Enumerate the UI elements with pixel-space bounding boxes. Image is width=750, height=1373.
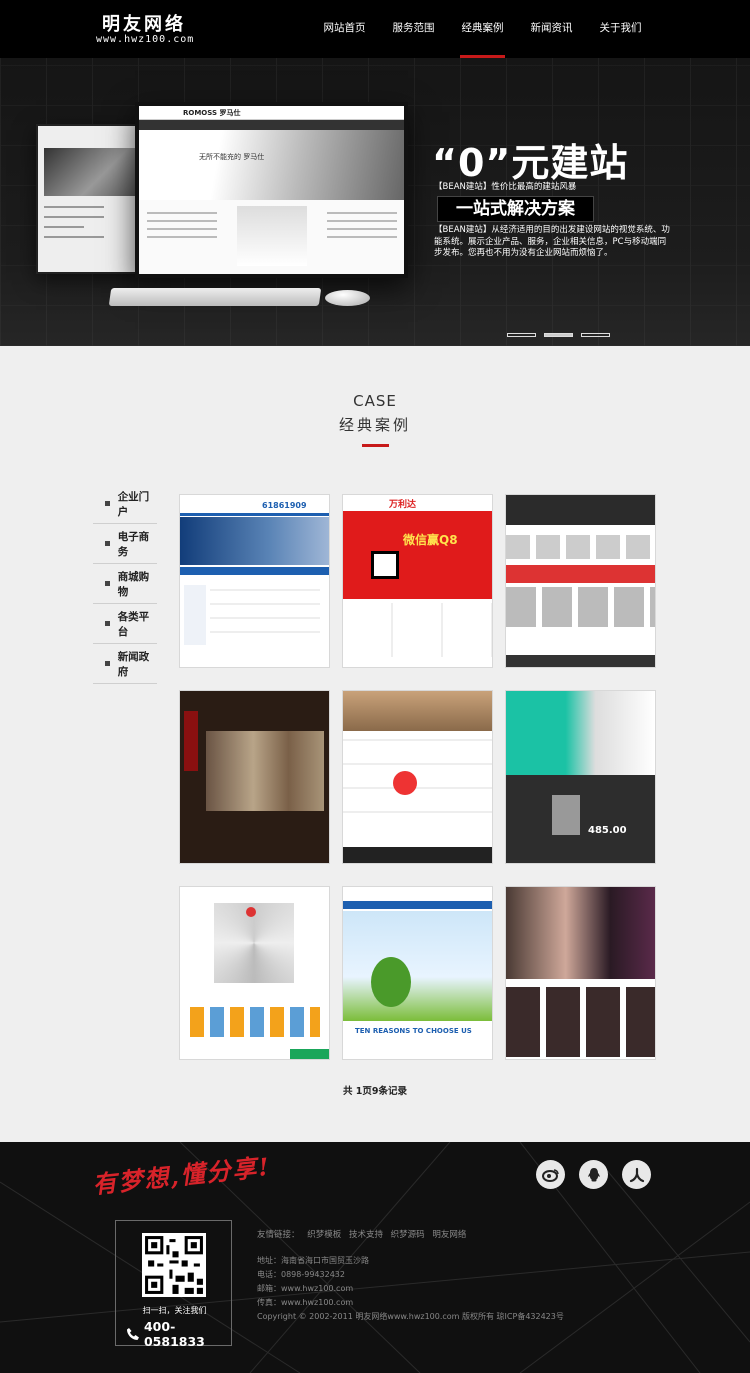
category-label: 新闻政府: [117, 650, 150, 678]
site-header: 明友网络 www.hwz100.com 网站首页 服务范围 经典案例 新闻资讯 …: [0, 0, 750, 58]
section-title-en: CASE: [353, 392, 397, 410]
category-platform[interactable]: 各类平台: [93, 604, 157, 644]
mockup-hero-text: 无所不能充的 罗马仕: [199, 153, 265, 161]
bullet-icon: [105, 581, 110, 586]
slider-dots: [507, 333, 610, 337]
case-tile-5[interactable]: [342, 690, 493, 864]
logo-text: 明友网络: [102, 14, 186, 35]
link-mingyou[interactable]: 明友网络: [432, 1230, 466, 1240]
mouse-image: [325, 290, 370, 306]
qq-icon[interactable]: [579, 1160, 608, 1189]
banner-tagline: 【BEAN建站】性价比最高的建站风暴: [434, 182, 577, 192]
hotline: 400-0581833: [126, 1319, 236, 1349]
link-dede-template[interactable]: 织梦模板: [307, 1230, 341, 1240]
qr-code: [142, 1233, 206, 1297]
case-tile-6[interactable]: 485.00: [505, 690, 656, 864]
site-footer: 有梦想,懂分享! 扫一扫，关注我们 400-0581833 友情链接： 织梦模板…: [0, 1142, 750, 1373]
category-enterprise[interactable]: 企业门户: [93, 484, 157, 524]
case-grid: 61861909 万利达 微信赢Q8 485.00 TEN REASONS TO…: [179, 494, 657, 1060]
case-tile-3[interactable]: [505, 494, 656, 668]
case-tile-price: 485.00: [588, 825, 627, 836]
section-divider: [362, 444, 389, 447]
contact-info: 地址：海南省海口市国贸玉沙路 电话：0898-99432432 邮箱：www.h…: [257, 1254, 564, 1324]
link-tech-support[interactable]: 技术支持: [349, 1230, 383, 1240]
logo[interactable]: 明友网络 www.hwz100.com: [92, 8, 242, 48]
category-label: 电子商务: [117, 530, 150, 558]
case-tile-8[interactable]: TEN REASONS TO CHOOSE US: [342, 886, 493, 1060]
main-nav: 网站首页 服务范围 经典案例 新闻资讯 关于我们: [310, 0, 655, 58]
category-ecommerce[interactable]: 电子商务: [93, 524, 157, 564]
case-tile-1[interactable]: 61861909: [179, 494, 330, 668]
slider-dot-2[interactable]: [544, 333, 573, 337]
monitor-mockup: ROMOSS 罗马仕 无所不能充的 罗马仕: [135, 102, 408, 278]
nav-cases[interactable]: 经典案例: [448, 0, 517, 58]
address: 地址：海南省海口市国贸玉沙路: [257, 1256, 369, 1265]
nav-home[interactable]: 网站首页: [310, 0, 379, 58]
mockup-brand: ROMOSS 罗马仕: [183, 109, 241, 117]
copyright: Copyright © 2002-2011 明友网络www.hwz100.com…: [257, 1312, 564, 1321]
renren-icon[interactable]: [622, 1160, 651, 1189]
category-news-gov[interactable]: 新闻政府: [93, 644, 157, 684]
slider-dot-1[interactable]: [507, 333, 536, 337]
banner-solution-box: 一站式解决方案: [437, 196, 594, 222]
banner-headline: “0”元建站: [432, 141, 629, 185]
bullet-icon: [105, 661, 110, 666]
email: 邮箱：www.hwz100.com: [257, 1284, 354, 1293]
bullet-icon: [105, 621, 110, 626]
banner-description: 【BEAN建站】从经济适用的目的出发建设网站的视觉系统、功能系统。展示企业产品、…: [434, 225, 670, 258]
case-tile-7[interactable]: [179, 886, 330, 1060]
category-menu: 企业门户 电子商务 商城购物 各类平台 新闻政府: [93, 484, 157, 684]
nav-news[interactable]: 新闻资讯: [517, 0, 586, 58]
qr-caption: 扫一扫，关注我们: [142, 1306, 207, 1315]
bullet-icon: [105, 541, 110, 546]
nav-about[interactable]: 关于我们: [586, 0, 655, 58]
case-tile-4[interactable]: [179, 690, 330, 864]
link-dede-source[interactable]: 织梦源码: [391, 1230, 425, 1240]
category-label: 商城购物: [117, 570, 150, 598]
telephone: 电话：0898-99432432: [257, 1270, 345, 1279]
links-label: 友情链接：: [257, 1230, 300, 1240]
case-tile-2[interactable]: 万利达 微信赢Q8: [342, 494, 493, 668]
category-label: 各类平台: [117, 610, 150, 638]
laptop-mockup: [36, 124, 146, 274]
case-tile-9[interactable]: [505, 886, 656, 1060]
case-tile-text: TEN REASONS TO CHOOSE US: [355, 1027, 472, 1035]
case-tile-text: 万利达: [389, 500, 417, 510]
hotline-number: 400-0581833: [143, 1319, 205, 1349]
fax: 传真：www.hwz100.com: [257, 1298, 354, 1307]
case-tile-subtext: 微信赢Q8: [403, 533, 458, 547]
phone-icon: [126, 1328, 139, 1340]
case-tile-text: 61861909: [262, 501, 307, 510]
friend-links: 友情链接： 织梦模板 技术支持 织梦源码 明友网络: [257, 1228, 471, 1240]
nav-services[interactable]: 服务范围: [379, 0, 448, 58]
hero-banner[interactable]: ROMOSS 罗马仕 无所不能充的 罗马仕 “0”元建站 【BEAN建站】性价比…: [0, 58, 750, 346]
category-mall[interactable]: 商城购物: [93, 564, 157, 604]
pagination-info: 共 1页9条记录: [342, 1086, 408, 1097]
qr-code-box: 扫一扫，关注我们 400-0581833: [115, 1220, 232, 1349]
category-label: 企业门户: [117, 490, 150, 518]
logo-url: www.hwz100.com: [96, 34, 195, 45]
slider-dot-3[interactable]: [581, 333, 610, 337]
section-title-cn: 经典案例: [338, 416, 411, 434]
weibo-icon[interactable]: [536, 1160, 565, 1189]
keyboard-image: [108, 288, 322, 306]
bullet-icon: [105, 501, 110, 506]
